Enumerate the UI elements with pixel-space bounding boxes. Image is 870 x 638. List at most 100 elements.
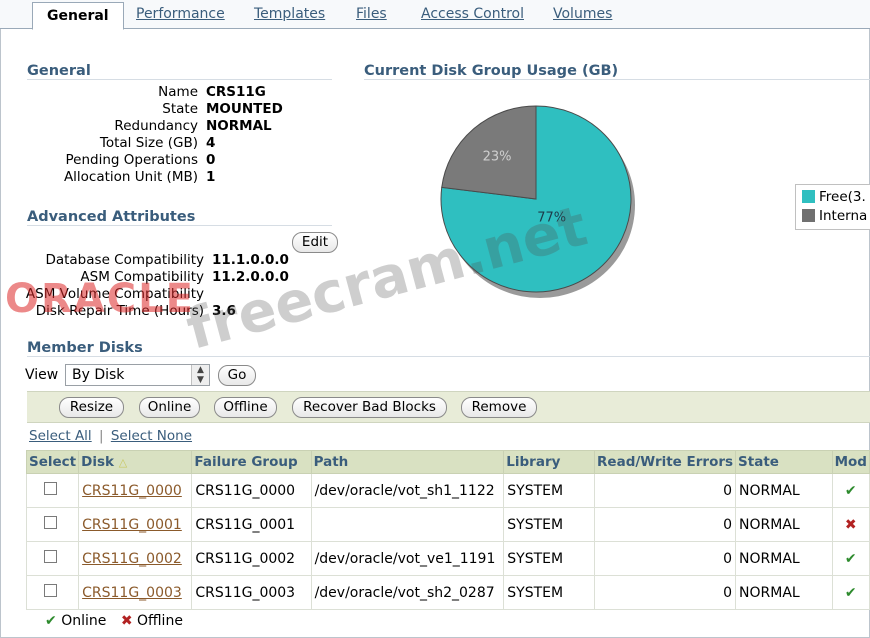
disk-cell: CRS11G_0003 [78,575,193,610]
edit-button[interactable]: Edit [292,232,338,253]
col-select: Select [25,450,80,474]
path-cell [310,507,505,542]
row-select-checkbox[interactable] [44,516,57,529]
disk-link[interactable]: CRS11G_0000 [82,483,182,499]
col-failure-group: Failure Group [191,450,312,474]
select-none-link[interactable]: Select None [111,428,192,444]
table-header-row: Select Disk △ Failure Group Path Library… [25,450,870,474]
sort-ascending-icon: △ [118,456,128,469]
general-row-label: Total Size (GB) [99,135,198,151]
selection-links: Select All | Select None [29,428,192,444]
state-cell: NORMAL [735,575,833,610]
tab-access-control[interactable]: Access Control [421,6,524,22]
path-cell: /dev/oracle/vot_sh2_0287 [310,575,505,610]
general-row: Redundancy NORMAL [0,118,272,135]
disk-link[interactable]: CRS11G_0001 [82,517,182,533]
general-row-value: 4 [206,135,216,151]
advanced-row: ASM Compatibility 11.2.0.0.0 [0,269,289,286]
legend-internal-label: Interna [819,208,868,224]
advanced-row-value: 3.6 [212,303,236,319]
failure-group-cell: CRS11G_0003 [191,575,312,610]
link-divider: | [98,428,104,444]
col-path: Path [310,450,505,474]
col-library: Library [503,450,596,474]
library-cell: SYSTEM [503,507,596,542]
online-check-icon: ✔ [844,550,857,567]
col-read-write-errors: Read/Write Errors [594,450,737,474]
resize-button[interactable]: Resize [59,397,124,418]
legend-item-internal: Interna [796,208,870,224]
advanced-row-value: 11.2.0.0.0 [212,269,289,285]
go-button[interactable]: Go [218,365,256,386]
state-cell: NORMAL [735,473,833,508]
offline-button[interactable]: Offline [214,397,277,418]
internal-swatch [802,209,815,222]
row-select-checkbox[interactable] [44,550,57,563]
tab-general[interactable]: General [32,2,124,30]
general-row-value: 0 [206,152,216,168]
disk-cell: CRS11G_0000 [78,473,193,508]
errors-cell: 0 [594,575,737,610]
table-row: CRS11G_0003 CRS11G_0003/dev/oracle/vot_sh… [25,575,870,610]
general-row: Pending Operations 0 [0,152,216,169]
state-cell: NORMAL [735,507,833,542]
errors-cell: 0 [594,541,737,576]
failure-group-cell: CRS11G_0002 [191,541,312,576]
recover-bad-blocks-button[interactable]: Recover Bad Blocks [292,397,447,418]
state-cell: NORMAL [735,541,833,576]
col-state: State [735,450,833,474]
tab-performance[interactable]: Performance [136,6,225,22]
select-all-link[interactable]: Select All [29,428,92,444]
tab-templates[interactable]: Templates [254,6,325,22]
legend-online-label: Online [61,613,107,629]
remove-button[interactable]: Remove [461,397,537,418]
general-row-label: Redundancy [114,118,198,134]
failure-group-cell: CRS11G_0000 [191,473,312,508]
online-check-icon: ✔ [844,482,857,499]
col-disk[interactable]: Disk △ [78,450,193,474]
legend-offline-label: Offline [137,613,183,629]
table-row: CRS11G_0002 CRS11G_0002/dev/oracle/vot_ve… [25,541,870,576]
disk-link[interactable]: CRS11G_0003 [82,585,182,601]
advanced-attributes-heading: Advanced Attributes [27,209,332,226]
mode-legend: ✔ Online ✖ Offline [45,613,183,629]
library-cell: SYSTEM [503,575,596,610]
general-row-value: 1 [206,169,216,185]
tab-volumes[interactable]: Volumes [553,6,612,22]
col-disk-label: Disk [81,454,114,470]
view-label: View [25,367,59,383]
table-row: CRS11G_0000 CRS11G_0000/dev/oracle/vot_sh… [25,473,870,508]
general-row: Name CRS11G [0,84,266,101]
pie-label-internal: 23% [483,150,512,165]
disk-group-usage-heading: Current Disk Group Usage (GB) [364,63,870,80]
legend-item-free: Free(3. [796,189,870,205]
advanced-row-value: 11.1.0.0.0 [212,252,289,268]
general-row-label: Name [158,84,198,100]
library-cell: SYSTEM [503,473,596,508]
mode-cell: ✔ [831,575,870,610]
disk-cell: CRS11G_0002 [78,541,193,576]
online-check-icon: ✔ [844,584,857,601]
errors-cell: 0 [594,507,737,542]
online-button[interactable]: Online [139,397,200,418]
general-row: Total Size (GB) 4 [0,135,216,152]
tab-files[interactable]: Files [356,6,387,22]
general-row-label: Allocation Unit (MB) [63,169,198,185]
failure-group-cell: CRS11G_0001 [191,507,312,542]
select-cell [25,541,80,576]
general-row-value: NORMAL [206,118,272,134]
path-cell: /dev/oracle/vot_ve1_1191 [310,541,505,576]
pie-label-free: 77% [537,210,566,225]
general-row-label: State [162,101,198,117]
view-select[interactable]: By Disk ▲ ▼ [65,364,210,386]
advanced-row-label: Database Compatibility [45,252,204,268]
row-select-checkbox[interactable] [44,584,57,597]
row-select-checkbox[interactable] [44,482,57,495]
mode-cell: ✔ [831,473,870,508]
col-mode: Mod [831,450,870,474]
member-disks-body: CRS11G_0000 CRS11G_0000/dev/oracle/vot_sh… [25,473,870,610]
member-disks-table: Select Disk △ Failure Group Path Library… [25,450,870,610]
mode-cell: ✖ [831,507,870,542]
view-select-value: By Disk [72,367,125,383]
disk-link[interactable]: CRS11G_0002 [82,551,182,567]
